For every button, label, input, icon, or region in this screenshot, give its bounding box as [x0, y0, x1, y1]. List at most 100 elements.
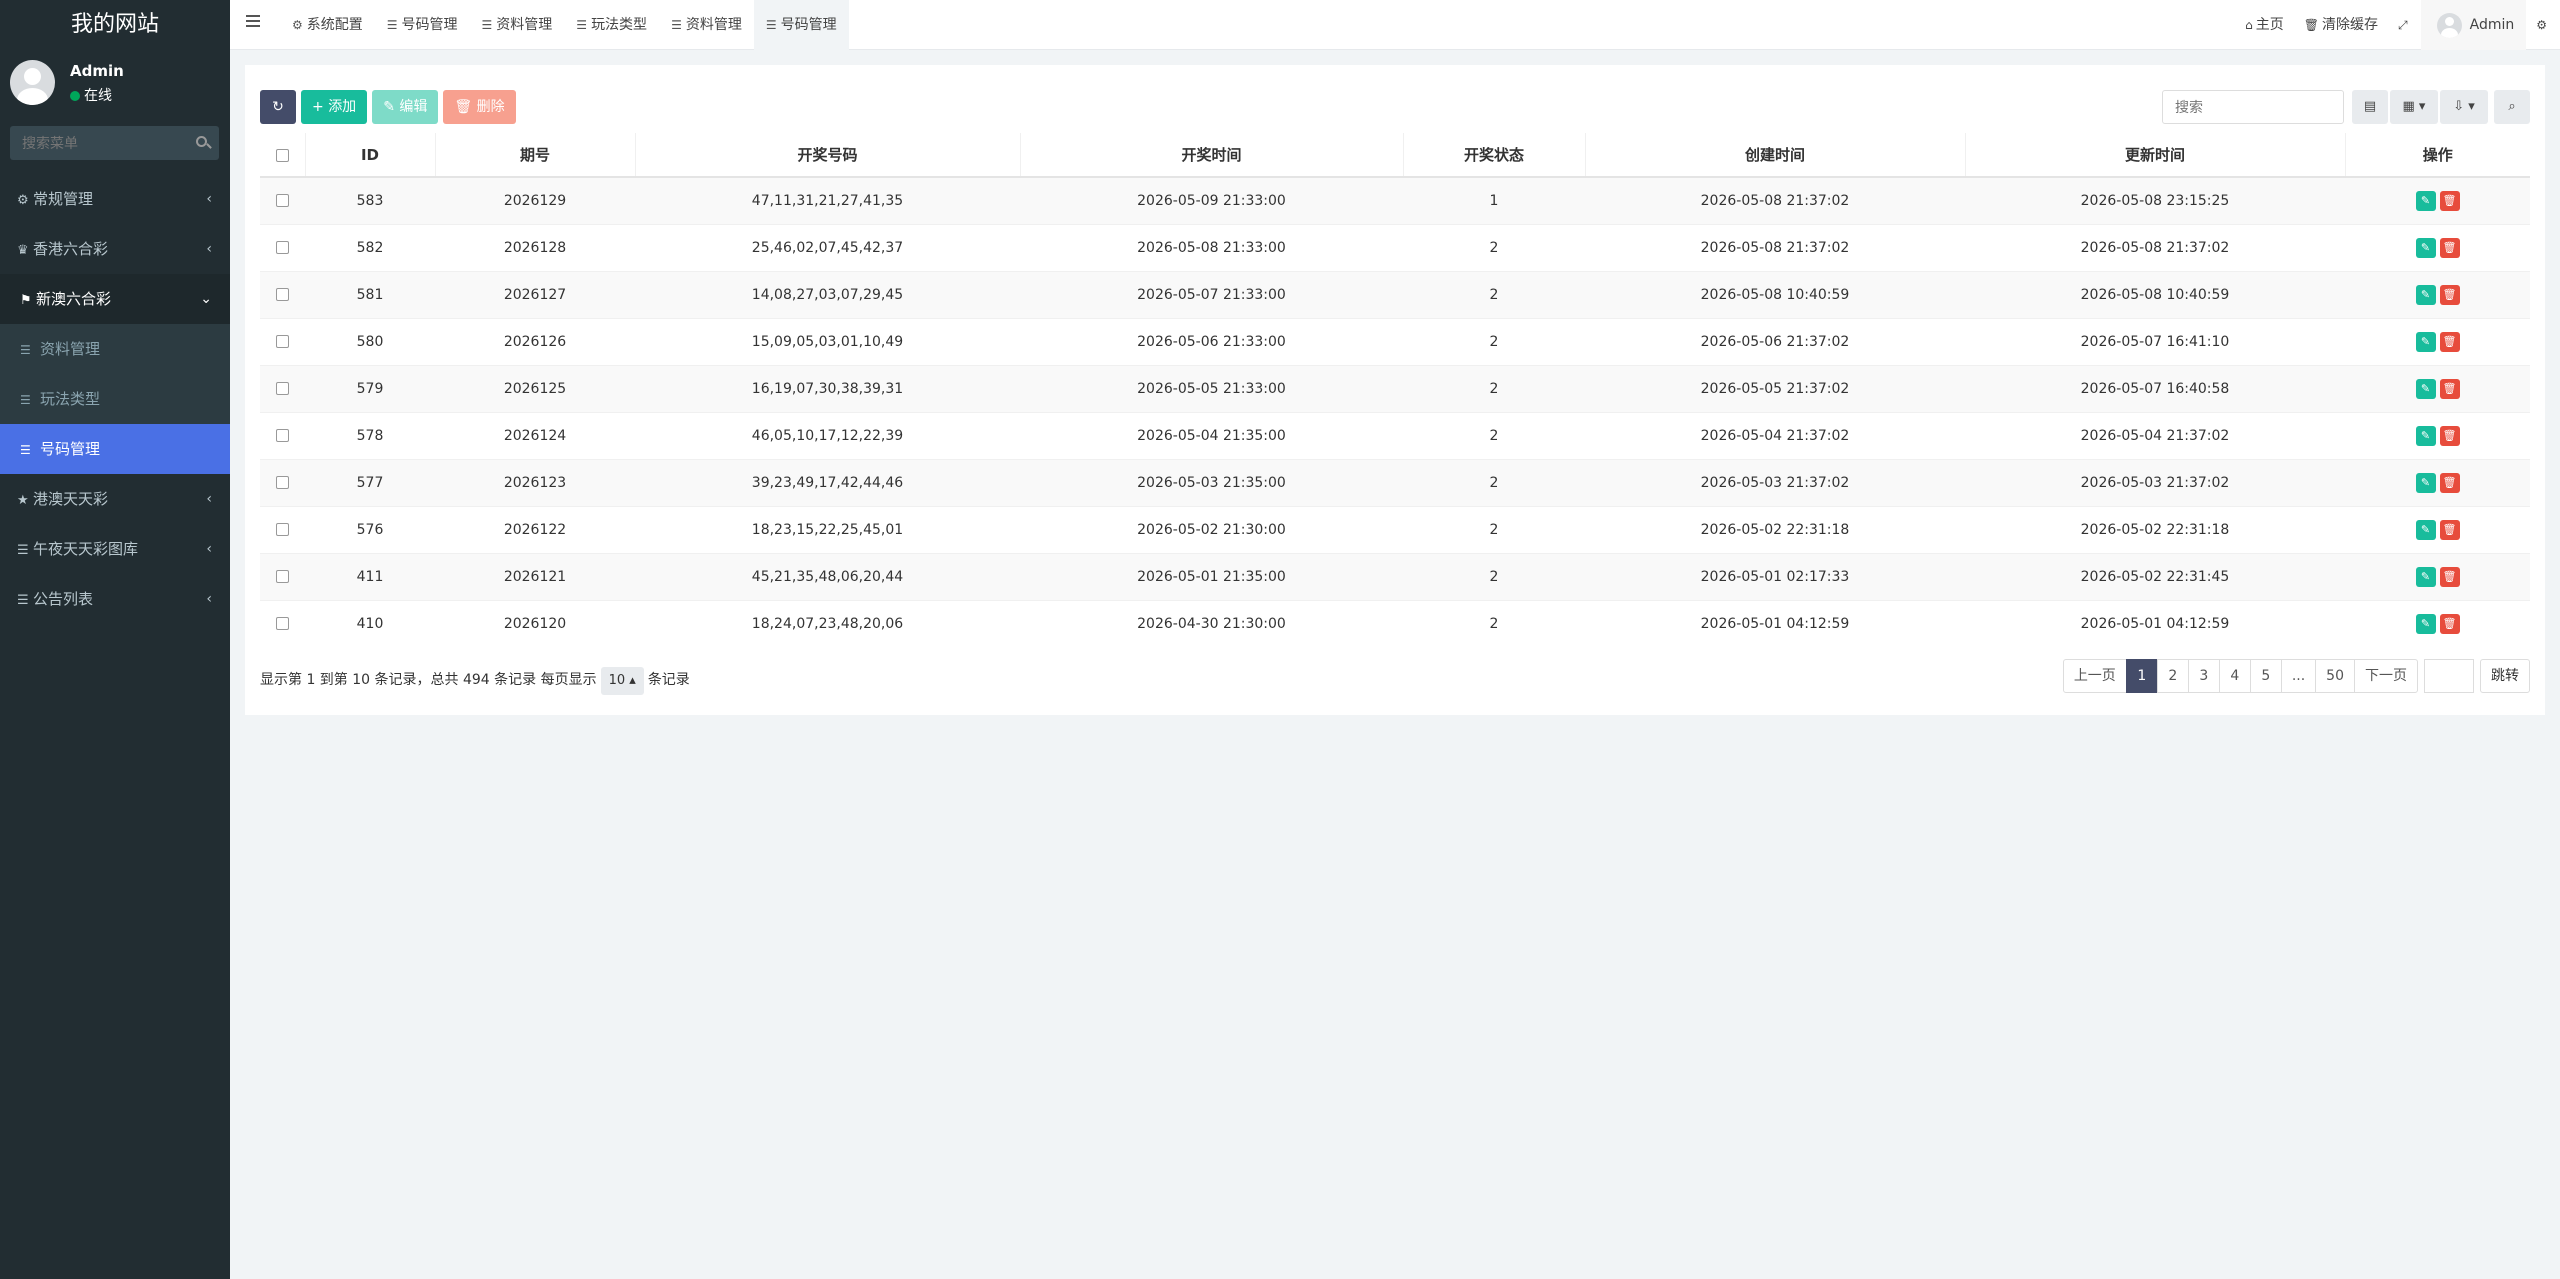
list-icon: ☰ [671, 18, 682, 32]
col-numbers[interactable]: 开奖号码 [634, 133, 1020, 178]
row-delete-button[interactable]: 🗑 [2439, 566, 2460, 587]
settings-button[interactable]: ⚙ [2526, 0, 2560, 50]
sidebar-item-play-type[interactable]: ☰ 玩法类型 [0, 374, 230, 424]
row-edit-button[interactable]: ✎ [2415, 566, 2436, 587]
row-delete-button[interactable]: 🗑 [2439, 613, 2460, 634]
page-button[interactable]: 1 [2125, 659, 2158, 693]
sidebar-item-wuye[interactable]: ☰ 午夜天天彩图库 ‹ [0, 524, 230, 574]
row-delete-button[interactable]: 🗑 [2439, 237, 2460, 258]
table-row[interactable]: 410 2026120 18,24,07,23,48,20,06 2026-04-30… [260, 599, 2530, 647]
row-edit-button[interactable]: ✎ [2415, 190, 2436, 211]
tab-system-config[interactable]: ⚙ 系统配置 [280, 0, 375, 50]
columns-dropdown[interactable]: ▦ ▾ [2390, 90, 2438, 124]
table-row[interactable]: 578 2026124 46,05,10,17,12,22,39 2026-05-04… [260, 411, 2530, 459]
page-size-select[interactable]: 10 ▴ [600, 667, 644, 695]
prev-page-button[interactable]: 上一页 [2062, 659, 2127, 693]
site-logo[interactable]: 我的网站 [0, 0, 230, 50]
table-row[interactable]: 411 2026121 45,21,35,48,06,20,44 2026-05-01… [260, 552, 2530, 600]
home-icon: ⌂ [2245, 18, 2253, 32]
table-row[interactable]: 579 2026125 16,19,07,30,38,39,31 2026-05-05… [260, 364, 2530, 412]
sidebar-toggle-icon[interactable] [246, 15, 260, 30]
tab-data-manage[interactable]: ☰ 资料管理 [470, 0, 565, 50]
table-row[interactable]: 582 2026128 25,46,02,07,45,42,37 2026-05-08… [260, 223, 2530, 271]
sidebar-item-number-manage[interactable]: ☰ 号码管理 [0, 424, 230, 474]
row-checkbox[interactable] [276, 476, 289, 489]
sidebar-search[interactable] [10, 126, 219, 160]
row-checkbox[interactable] [276, 570, 289, 583]
tab-play-type[interactable]: ☰ 玩法类型 [564, 0, 659, 50]
row-delete-button[interactable]: 🗑 [2439, 519, 2460, 540]
row-actions: ✎ 🗑 [2345, 599, 2530, 647]
table-row[interactable]: 576 2026122 18,23,15,22,25,45,01 2026-05-02… [260, 505, 2530, 553]
select-all-checkbox[interactable] [275, 148, 289, 162]
sidebar-item-macau[interactable]: ⚑ 新澳六合彩 ⌄ [0, 274, 230, 324]
row-delete-button[interactable]: 🗑 [2439, 472, 2460, 493]
row-edit-button[interactable]: ✎ [2415, 237, 2436, 258]
tab-number-manage[interactable]: ☰ 号码管理 [375, 0, 470, 50]
page-button[interactable]: 2 [2156, 659, 2189, 693]
list-icon: ☰ [576, 18, 588, 32]
menu-search-input[interactable] [10, 126, 180, 160]
row-delete-button[interactable]: 🗑 [2439, 190, 2460, 211]
jump-page-input[interactable] [2424, 659, 2474, 693]
table-row[interactable]: 581 2026127 14,08,27,03,07,29,45 2026-05-07… [260, 270, 2530, 318]
home-link[interactable]: ⌂ 主页 [2235, 0, 2294, 50]
cell-updated: 2026-05-08 23:15:25 [1965, 176, 2345, 224]
col-id[interactable]: ID [304, 133, 435, 178]
col-created[interactable]: 创建时间 [1584, 133, 1965, 178]
toggle-view-button[interactable]: ▤ [2352, 90, 2388, 124]
sidebar-item-gangao[interactable]: ★ 港澳天天彩 ‹ [0, 474, 230, 524]
refresh-button[interactable]: ↻ [260, 90, 296, 124]
next-page-button[interactable]: 下一页 [2354, 659, 2418, 693]
table-row[interactable]: 583 2026129 47,11,31,21,27,41,35 2026-05-09… [260, 176, 2530, 224]
sidebar-item-hk[interactable]: ♛ 香港六合彩 ‹ [0, 224, 230, 274]
col-status[interactable]: 开奖状态 [1402, 133, 1585, 178]
page-button[interactable]: 3 [2187, 659, 2220, 693]
advanced-search-button[interactable]: ⌕ [2494, 90, 2530, 124]
sidebar-item-data-manage[interactable]: ☰ 资料管理 [0, 324, 230, 374]
row-edit-button[interactable]: ✎ [2415, 425, 2436, 446]
user-menu[interactable]: Admin [2420, 0, 2527, 50]
delete-button[interactable]: 🗑 删除 [443, 90, 516, 124]
col-updated[interactable]: 更新时间 [1964, 133, 2345, 178]
edit-button[interactable]: ✎ 编辑 [372, 90, 439, 124]
row-edit-button[interactable]: ✎ [2415, 378, 2436, 399]
row-edit-button[interactable]: ✎ [2415, 331, 2436, 352]
table-row[interactable]: 577 2026123 39,23,49,17,42,44,46 2026-05-03… [260, 458, 2530, 506]
row-checkbox[interactable] [276, 382, 289, 395]
sidebar-item-general[interactable]: ⚙ 常规管理 ‹ [0, 174, 230, 224]
row-checkbox[interactable] [276, 241, 289, 254]
cell-issue: 2026121 [435, 552, 635, 600]
col-issue[interactable]: 期号 [434, 133, 635, 178]
row-checkbox[interactable] [276, 617, 289, 631]
fullscreen-button[interactable]: ⤢ [2388, 0, 2421, 50]
row-delete-button[interactable]: 🗑 [2439, 425, 2460, 446]
add-button[interactable]: + 添加 [301, 90, 368, 124]
row-checkbox[interactable] [276, 523, 289, 536]
page-button[interactable]: 5 [2249, 659, 2282, 693]
row-edit-button[interactable]: ✎ [2415, 613, 2436, 634]
col-draw-time[interactable]: 开奖时间 [1019, 133, 1403, 178]
tab-data-manage-2[interactable]: ☰ 资料管理 [659, 0, 754, 50]
export-dropdown[interactable]: ⇩ ▾ [2440, 90, 2488, 124]
row-checkbox[interactable] [276, 429, 289, 442]
search-input[interactable] [2163, 91, 2343, 123]
row-checkbox[interactable] [276, 194, 289, 208]
row-edit-button[interactable]: ✎ [2415, 284, 2436, 305]
search-icon[interactable] [196, 136, 207, 147]
page-button[interactable]: 50 [2315, 659, 2355, 693]
row-edit-button[interactable]: ✎ [2415, 519, 2436, 540]
jump-button[interactable]: 跳转 [2480, 659, 2530, 693]
clear-cache-button[interactable]: 🗑 清除缓存 [2294, 0, 2388, 50]
row-checkbox[interactable] [276, 335, 289, 348]
table-search[interactable] [2162, 90, 2344, 124]
page-button[interactable]: 4 [2218, 659, 2251, 693]
row-delete-button[interactable]: 🗑 [2439, 378, 2460, 399]
sidebar-item-notice[interactable]: ☰ 公告列表 ‹ [0, 574, 230, 624]
row-delete-button[interactable]: 🗑 [2439, 284, 2460, 305]
table-row[interactable]: 580 2026126 15,09,05,03,01,10,49 2026-05-06… [260, 317, 2530, 365]
row-delete-button[interactable]: 🗑 [2439, 331, 2460, 352]
tab-number-manage-active[interactable]: ☰ 号码管理 [753, 0, 849, 50]
row-edit-button[interactable]: ✎ [2415, 472, 2436, 493]
row-checkbox[interactable] [276, 288, 289, 301]
